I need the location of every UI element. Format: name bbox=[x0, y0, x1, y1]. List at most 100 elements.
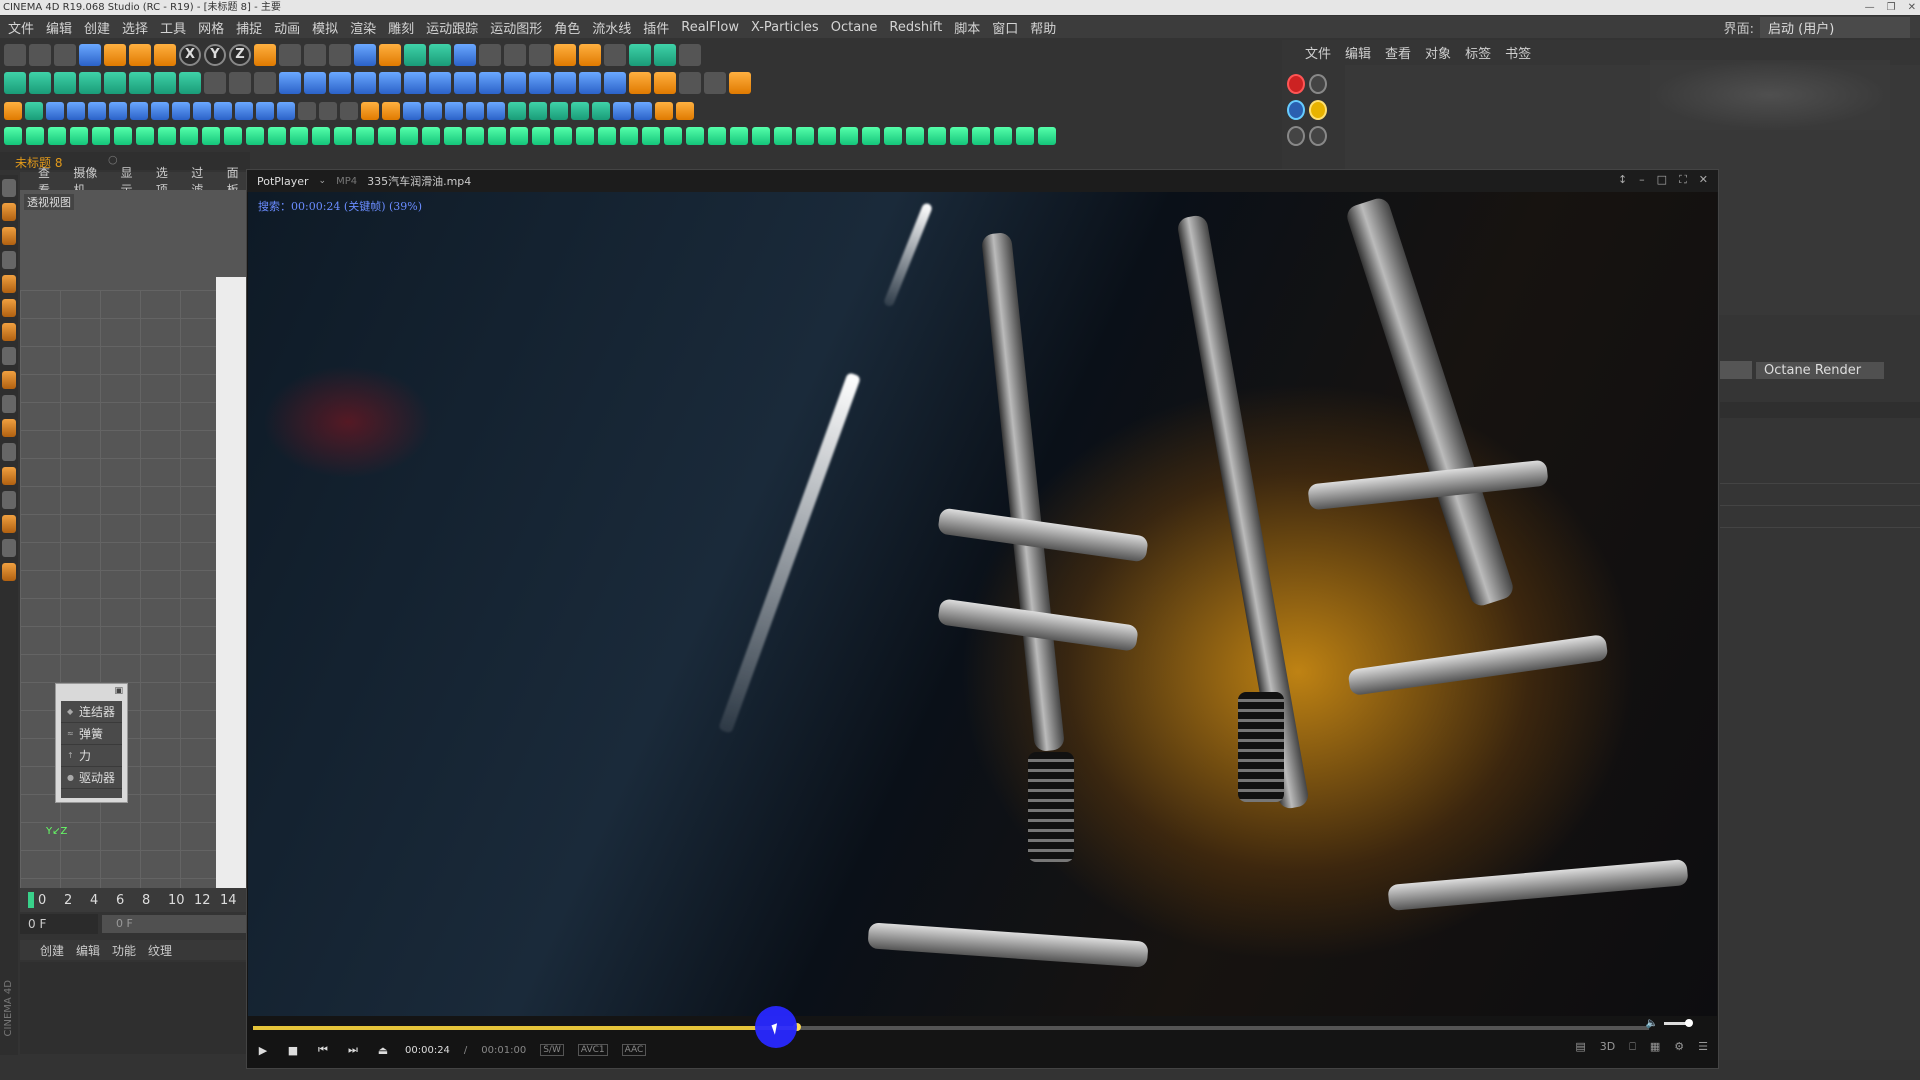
volume-slider[interactable] bbox=[1664, 1019, 1693, 1027]
edges-mode-icon[interactable] bbox=[2, 299, 16, 317]
rf-tool-9-icon[interactable] bbox=[172, 102, 190, 120]
move-tool-icon[interactable] bbox=[79, 44, 101, 66]
record-icon[interactable] bbox=[1287, 74, 1305, 94]
material-menu-edit[interactable]: 编辑 bbox=[76, 942, 100, 959]
xp-tool-5-icon[interactable] bbox=[104, 72, 126, 94]
scene-tab-close-icon[interactable]: ○ bbox=[108, 153, 118, 166]
attribute-row[interactable] bbox=[1720, 492, 1920, 506]
speaker-icon[interactable]: 🔈 bbox=[1646, 1018, 1658, 1029]
minimize-icon[interactable]: – bbox=[1639, 173, 1645, 187]
potplayer-brand-menu[interactable]: PotPlayer bbox=[257, 175, 309, 188]
xp-green-47-icon[interactable] bbox=[1016, 127, 1034, 145]
xp-tool-1-icon[interactable] bbox=[4, 72, 26, 94]
rf-tool-15-icon[interactable] bbox=[298, 102, 316, 120]
rf-tool-23-icon[interactable] bbox=[466, 102, 484, 120]
xp-green-32-icon[interactable] bbox=[686, 127, 704, 145]
eject-icon[interactable]: ⏏ bbox=[375, 1044, 391, 1057]
play-icon[interactable]: ▶ bbox=[255, 1044, 271, 1057]
planar-workplane-icon[interactable] bbox=[2, 515, 16, 533]
deformer-icon[interactable] bbox=[454, 44, 476, 66]
timeline-playhead[interactable] bbox=[28, 892, 34, 908]
menu-animate[interactable]: 动画 bbox=[268, 18, 306, 37]
xp-tool-7-icon[interactable] bbox=[179, 72, 201, 94]
render-picture-viewer-icon[interactable] bbox=[304, 44, 326, 66]
palette-close-icon[interactable]: ▣ bbox=[114, 686, 123, 696]
xp-tool-8-icon[interactable] bbox=[204, 72, 226, 94]
light-icon[interactable] bbox=[529, 44, 551, 66]
rf-tool-24-icon[interactable] bbox=[487, 102, 505, 120]
rf-tool-5-icon[interactable] bbox=[88, 102, 106, 120]
menu-plugins[interactable]: 插件 bbox=[637, 18, 675, 37]
xp-green-2-icon[interactable] bbox=[26, 127, 44, 145]
material-menu-texture[interactable]: 纹理 bbox=[148, 942, 172, 959]
tweak-mode-icon[interactable] bbox=[2, 371, 16, 389]
xp-tool-25-icon[interactable] bbox=[629, 72, 651, 94]
menu-snap[interactable]: 捕捉 bbox=[230, 18, 268, 37]
rf-tool-16-icon[interactable] bbox=[319, 102, 337, 120]
rf-tool-33-icon[interactable] bbox=[676, 102, 694, 120]
menu-sculpt[interactable]: 雕刻 bbox=[382, 18, 420, 37]
camera-icon[interactable] bbox=[504, 44, 526, 66]
menu-simulate[interactable]: 模拟 bbox=[306, 18, 344, 37]
redo-icon[interactable] bbox=[29, 44, 51, 66]
om-menu-view[interactable]: 查看 bbox=[1385, 43, 1411, 62]
octane-render-button[interactable]: Octane Render bbox=[1756, 361, 1884, 379]
subtitle-icon[interactable]: ▤ bbox=[1575, 1040, 1585, 1054]
workplane-mode-icon[interactable] bbox=[2, 251, 16, 269]
xp-green-19-icon[interactable] bbox=[400, 127, 418, 145]
undo-icon[interactable] bbox=[4, 44, 26, 66]
potplayer-titlebar[interactable]: PotPlayer ⌄ MP4 335汽车润滑油.mp4 ↕ – □ ⛶ ✕ bbox=[247, 170, 1718, 192]
xp-green-6-icon[interactable] bbox=[114, 127, 132, 145]
z-axis-lock-icon[interactable]: Z bbox=[229, 44, 251, 66]
palette-item-spring[interactable]: ≈ 弹簧 bbox=[61, 723, 122, 745]
palette-item-force[interactable]: ↑ 力 bbox=[61, 745, 122, 767]
layout-dropdown[interactable]: 启动 (用户) bbox=[1760, 16, 1910, 38]
frame-range-slider[interactable]: 0 F bbox=[102, 915, 250, 933]
rf-tool-17-icon[interactable] bbox=[340, 102, 358, 120]
xp-green-3-icon[interactable] bbox=[48, 127, 66, 145]
rf-tool-1-icon[interactable] bbox=[4, 102, 22, 120]
xp-green-23-icon[interactable] bbox=[488, 127, 506, 145]
om-menu-bookmarks[interactable]: 书签 bbox=[1505, 43, 1531, 62]
xp-tool-23-icon[interactable] bbox=[579, 72, 601, 94]
target-icon[interactable] bbox=[1309, 126, 1327, 146]
xp-tool-20-icon[interactable] bbox=[504, 72, 526, 94]
render-settings-icon[interactable] bbox=[329, 44, 351, 66]
maximize-icon[interactable]: □ bbox=[1657, 173, 1667, 187]
menu-mograph[interactable]: 运动图形 bbox=[484, 18, 548, 37]
xp-tool-15-icon[interactable] bbox=[379, 72, 401, 94]
attribute-row[interactable] bbox=[1720, 470, 1920, 484]
y-axis-lock-icon[interactable]: Y bbox=[204, 44, 226, 66]
floor-icon[interactable] bbox=[479, 44, 501, 66]
menu-xparticles[interactable]: X-Particles bbox=[745, 20, 825, 35]
xp-green-14-icon[interactable] bbox=[290, 127, 308, 145]
rf-tool-32-icon[interactable] bbox=[655, 102, 673, 120]
x-axis-lock-icon[interactable]: X bbox=[179, 44, 201, 66]
rf-tool-7-icon[interactable] bbox=[130, 102, 148, 120]
xp-green-43-icon[interactable] bbox=[928, 127, 946, 145]
rf-tool-27-icon[interactable] bbox=[550, 102, 568, 120]
cube-icon[interactable] bbox=[354, 44, 376, 66]
text-tool-icon[interactable] bbox=[129, 72, 151, 94]
texture-mode-icon[interactable] bbox=[2, 227, 16, 245]
rf-tool-4-icon[interactable] bbox=[67, 102, 85, 120]
xp-green-5-icon[interactable] bbox=[92, 127, 110, 145]
xp-tool-19-icon[interactable] bbox=[479, 72, 501, 94]
rf-tool-13-icon[interactable] bbox=[256, 102, 274, 120]
rf-tool-8-icon[interactable] bbox=[151, 102, 169, 120]
volume-knob[interactable] bbox=[1685, 1019, 1693, 1027]
xp-tool-11-icon[interactable] bbox=[279, 72, 301, 94]
menu-edit[interactable]: 编辑 bbox=[40, 18, 78, 37]
settings-gear-icon[interactable]: ⚙ bbox=[1674, 1040, 1684, 1054]
material-menu-create[interactable]: 创建 bbox=[40, 942, 64, 959]
xp-green-1-icon[interactable] bbox=[4, 127, 22, 145]
polygons-mode-icon[interactable] bbox=[2, 323, 16, 341]
playlist-icon[interactable]: ▦ bbox=[1650, 1040, 1660, 1054]
material-manager-area[interactable] bbox=[20, 962, 250, 1054]
xp-green-22-icon[interactable] bbox=[466, 127, 484, 145]
paint-mode-icon[interactable] bbox=[2, 467, 16, 485]
xp-green-4-icon[interactable] bbox=[70, 127, 88, 145]
fullscreen-icon[interactable]: ⛶ bbox=[1679, 173, 1687, 187]
rf-tool-18-icon[interactable] bbox=[361, 102, 379, 120]
octane-live-viewer-icon[interactable] bbox=[554, 44, 576, 66]
